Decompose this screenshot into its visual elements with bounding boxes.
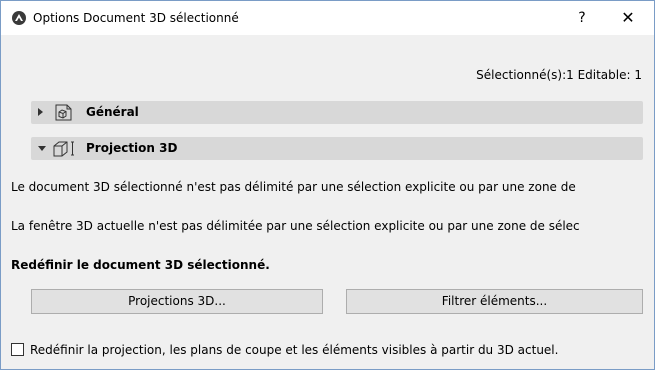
help-button[interactable]: ? (569, 5, 595, 31)
section-projection-header[interactable]: Projection 3D (31, 137, 643, 160)
redefine-projection-checkbox[interactable] (11, 343, 24, 356)
expand-arrow-icon (38, 108, 43, 116)
filter-elements-button[interactable]: Filtrer éléments... (346, 289, 643, 314)
section-general-header[interactable]: Général (31, 101, 643, 124)
app-logo-icon (12, 11, 26, 25)
dialog-window: Options Document 3D sélectionné ? ✕ Séle… (0, 0, 655, 370)
section-projection-label: Projection 3D (86, 141, 178, 155)
window-title: Options Document 3D sélectionné (33, 11, 239, 25)
redefine-projection-label: Redéfinir la projection, les plans de co… (30, 343, 559, 357)
close-button[interactable]: ✕ (613, 5, 643, 31)
title-bar: Options Document 3D sélectionné ? ✕ (1, 1, 654, 35)
selection-info: Sélectionné(s):1 Editable: 1 (476, 68, 642, 82)
redefine-heading: Redéfinir le document 3D sélectionné. (11, 258, 270, 272)
projections-3d-button[interactable]: Projections 3D... (31, 289, 323, 314)
section-general-label: Général (86, 105, 139, 119)
document-3d-icon (55, 104, 72, 121)
collapse-arrow-icon (38, 146, 46, 151)
info-line-document: Le document 3D sélectionné n'est pas dél… (11, 180, 576, 194)
projection-3d-icon (53, 141, 74, 157)
info-line-window: La fenêtre 3D actuelle n'est pas délimit… (11, 219, 580, 233)
